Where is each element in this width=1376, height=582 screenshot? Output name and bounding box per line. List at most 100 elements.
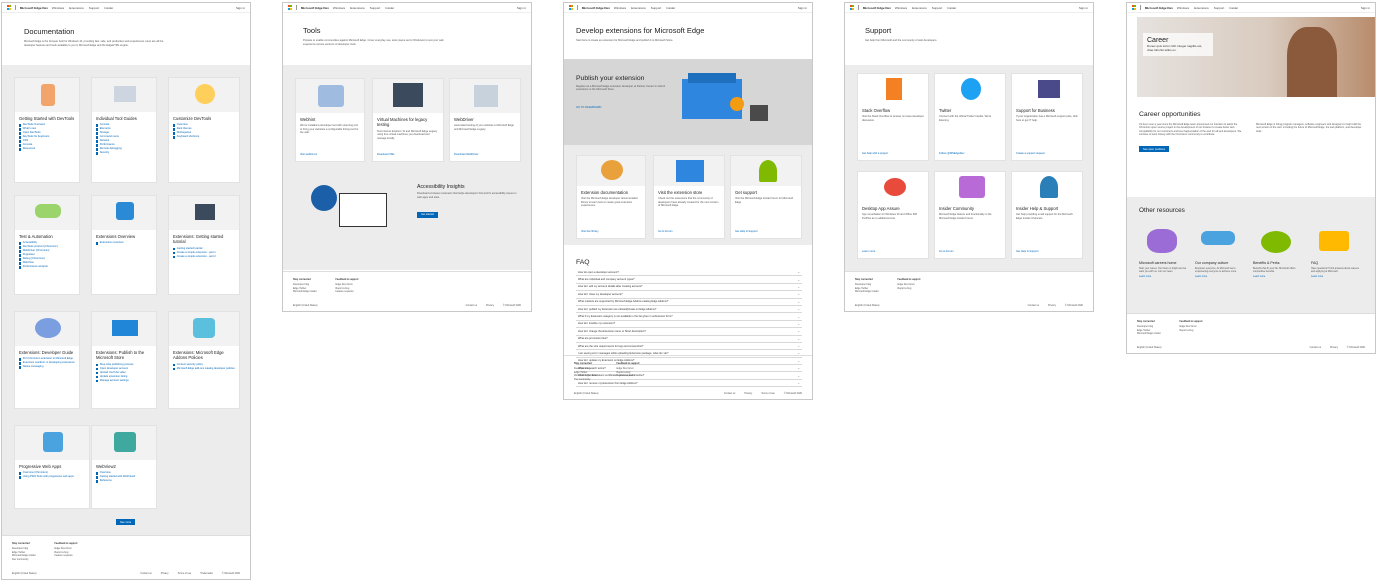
microsoft-logo[interactable] [1132, 5, 1137, 10]
card-link[interactable]: Security [96, 151, 152, 155]
footer-link[interactable]: Terms of use [178, 572, 192, 575]
microsoft-logo[interactable] [7, 5, 12, 10]
footer-link[interactable]: Dev community [12, 558, 36, 562]
nav-brand[interactable]: Microsoft Edge Dev [301, 6, 329, 10]
chevron-down-icon[interactable]: ⌄ [797, 285, 800, 289]
card-link[interactable]: Visit webhint.io [300, 153, 317, 156]
resource-link[interactable]: Learn more [1195, 275, 1243, 278]
card-link[interactable]: Native messaging [19, 365, 75, 369]
footer-link[interactable]: Privacy [1048, 304, 1056, 307]
card-link[interactable]: Create a support request [1016, 152, 1045, 155]
faq-item[interactable]: How do I edit my account details after c… [576, 284, 802, 292]
card-link[interactable]: Visit doc library [581, 230, 599, 233]
nav-link-insider[interactable]: Insider [666, 6, 675, 10]
faq-item[interactable]: How do open a developer account? ⌄ [576, 269, 802, 277]
chevron-down-icon[interactable]: ⌄ [797, 307, 800, 311]
footer-link[interactable]: Privacy [161, 572, 169, 575]
microsoft-logo[interactable] [850, 5, 855, 10]
footer-link[interactable]: Feature requests [54, 554, 77, 558]
chevron-down-icon[interactable]: ⌄ [797, 278, 800, 282]
faq-item[interactable]: How do I change the Extension name or Sh… [576, 328, 802, 336]
nav-link-insider[interactable]: Insider [385, 6, 394, 10]
faq-item[interactable]: What if my Extension category is not ava… [576, 313, 802, 321]
card-link[interactable]: Performance analysis [19, 265, 75, 269]
chevron-down-icon[interactable]: ⌄ [797, 344, 800, 348]
nav-link-extensions[interactable]: Extensions [350, 6, 365, 10]
get-started-button[interactable]: Get started [417, 211, 438, 218]
nav-link-support[interactable]: Support [89, 6, 100, 10]
chevron-down-icon[interactable]: ⌄ [797, 322, 800, 326]
nav-link-support[interactable]: Support [1214, 6, 1225, 10]
nav-link-windows[interactable]: Windows [1177, 6, 1189, 10]
card-link[interactable]: Get Help & Support [1016, 250, 1039, 253]
card-link[interactable]: Go to Forum [658, 230, 673, 233]
nav-brand[interactable]: Microsoft Edge Dev [582, 6, 610, 10]
nav-link-support[interactable]: Support [370, 6, 381, 10]
card-link[interactable]: Keyboard shortcuts [173, 135, 235, 139]
card-link[interactable]: Follow @MSEdgeDev [939, 152, 964, 155]
microsoft-logo[interactable] [569, 5, 574, 10]
footer-link[interactable]: Contact us [466, 304, 477, 307]
card-link[interactable]: Resources [19, 147, 75, 151]
locale-link[interactable]: English (United States) [293, 304, 317, 307]
card-link[interactable]: Download WebDriver [454, 153, 478, 156]
chevron-down-icon[interactable]: ⌄ [797, 270, 800, 274]
card-link[interactable]: Download VMs [377, 153, 394, 156]
footer-link[interactable]: Dev community [574, 378, 598, 382]
resource-link[interactable]: Learn more [1139, 275, 1187, 278]
footer-link[interactable]: Contact us [724, 392, 735, 395]
faq-item[interactable]: How do I close my developer account? ⌄ [576, 291, 802, 299]
footer-link[interactable]: Report a bug [897, 287, 920, 291]
signin-link[interactable]: Sign in [1361, 6, 1370, 10]
signin-link[interactable]: Sign in [517, 6, 526, 10]
footer-link[interactable]: Contact us [1310, 346, 1321, 349]
card-link[interactable]: Extensions overview [96, 241, 152, 245]
resource-link[interactable]: Learn more [1253, 275, 1301, 278]
card-link[interactable]: Manage account settings [96, 379, 152, 383]
locale-link[interactable]: English (United States) [12, 572, 36, 575]
card-link[interactable]: Using PWA Tools with progressive web app… [19, 475, 85, 479]
nav-link-insider[interactable]: Insider [104, 6, 113, 10]
locale-link[interactable]: English (United States) [574, 392, 598, 395]
nav-link-insider[interactable]: Insider [947, 6, 956, 10]
nav-link-support[interactable]: Support [932, 6, 943, 10]
locale-link[interactable]: English (United States) [1137, 346, 1161, 349]
open-positions-button[interactable]: See open positions [1139, 146, 1170, 153]
footer-link[interactable]: Privacy [486, 304, 494, 307]
locale-link[interactable]: English (United States) [855, 304, 879, 307]
dashboard-link[interactable]: GO TO DASHBOARD [576, 106, 601, 109]
footer-link[interactable]: Feature requests [335, 290, 358, 294]
faq-item[interactable]: How do I publish my Extension as unliste… [576, 306, 802, 314]
nav-brand[interactable]: Microsoft Edge Dev [863, 6, 891, 10]
chevron-down-icon[interactable]: ⌄ [797, 315, 800, 319]
card-link[interactable]: Get help with a project [862, 152, 888, 155]
faq-item[interactable]: How do I localize my extension? ⌄ [576, 321, 802, 329]
nav-link-windows[interactable]: Windows [333, 6, 345, 10]
footer-link[interactable]: Trademarks [200, 572, 213, 575]
nav-brand[interactable]: Microsoft Edge Dev [1145, 6, 1173, 10]
chevron-down-icon[interactable]: ⌄ [797, 300, 800, 304]
card-link[interactable]: Reference [96, 479, 152, 483]
resource-link[interactable]: Learn more [1311, 275, 1359, 278]
signin-link[interactable]: Sign in [236, 6, 245, 10]
card-link[interactable]: Get Help & Support [735, 230, 758, 233]
microsoft-logo[interactable] [288, 5, 293, 10]
nav-link-extensions[interactable]: Extensions [1194, 6, 1209, 10]
nav-link-extensions[interactable]: Extensions [631, 6, 646, 10]
card-link[interactable]: Go to Forum [939, 250, 954, 253]
footer-link[interactable]: Report a bug [1179, 329, 1202, 333]
footer-link[interactable]: Terms of use [761, 392, 775, 395]
footer-link[interactable]: Microsoft Edge Insider [1137, 332, 1161, 336]
footer-link[interactable]: Contact us [140, 572, 151, 575]
signin-link[interactable]: Sign in [798, 6, 807, 10]
faq-item[interactable]: What are the size requirements for logo … [576, 343, 802, 351]
chevron-down-icon[interactable]: ⌄ [797, 292, 800, 296]
nav-link-windows[interactable]: Windows [614, 6, 626, 10]
faq-item[interactable]: What are promotion tiles? ⌄ [576, 336, 802, 343]
nav-link-support[interactable]: Support [651, 6, 662, 10]
card-link[interactable]: Create a simple extension - part 2 [173, 255, 235, 259]
nav-brand[interactable]: Microsoft Edge Dev [20, 6, 48, 10]
footer-link[interactable]: Microsoft Edge Insider [855, 290, 879, 294]
footer-link[interactable]: Privacy [1330, 346, 1338, 349]
nav-link-insider[interactable]: Insider [1229, 6, 1238, 10]
